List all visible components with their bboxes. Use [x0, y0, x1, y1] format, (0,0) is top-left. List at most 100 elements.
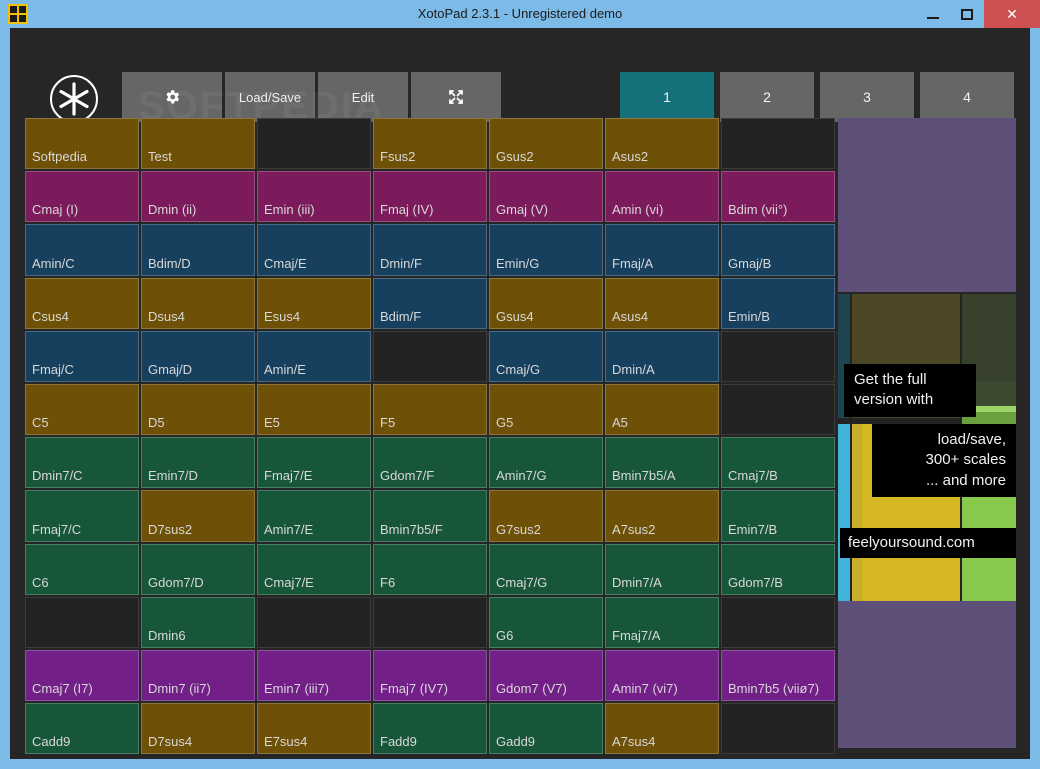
- pad-cell[interactable]: Test: [141, 118, 255, 170]
- promo-tooltip-2: load/save, 300+ scales ... and more: [872, 424, 1016, 497]
- pad-cell[interactable]: Dmin/F: [373, 224, 487, 276]
- pad-cell[interactable]: C5: [25, 383, 139, 436]
- pad-cell[interactable]: Dmin (ii): [141, 171, 255, 223]
- preset-tab-1[interactable]: 1: [620, 72, 714, 122]
- pad-cell[interactable]: Amin7/G: [489, 437, 603, 489]
- pad-cell[interactable]: Gsus4: [489, 277, 603, 329]
- pad-cell-empty[interactable]: [721, 330, 835, 382]
- pad-cell[interactable]: Asus2: [605, 118, 719, 170]
- pad-cell[interactable]: Dmin7 (ii7): [141, 649, 255, 702]
- pad-cell[interactable]: E5: [257, 383, 371, 436]
- pad-cell-empty[interactable]: [257, 596, 371, 648]
- pad-cell[interactable]: Amin7 (vi7): [605, 649, 719, 702]
- pad-cell[interactable]: Amin7/E: [257, 490, 371, 542]
- pad-cell[interactable]: Cmaj/G: [489, 330, 603, 382]
- pad-cell[interactable]: Amin (vi): [605, 171, 719, 223]
- promo-tooltip-2-line-3: ... and more: [925, 471, 1006, 489]
- pad-cell[interactable]: Bdim/D: [141, 224, 255, 276]
- pad-cell-empty[interactable]: [721, 383, 835, 436]
- pad-cell[interactable]: C6: [25, 543, 139, 595]
- edit-button[interactable]: Edit: [318, 72, 408, 122]
- pad-cell[interactable]: Bdim (vii°): [721, 171, 835, 223]
- pad-cell[interactable]: A7sus4: [605, 703, 719, 755]
- pad-cell[interactable]: Cmaj7 (I7): [25, 649, 139, 702]
- pad-cell[interactable]: Fmaj/C: [25, 330, 139, 382]
- pad-cell[interactable]: F6: [373, 543, 487, 595]
- preset-tab-2[interactable]: 2: [720, 72, 814, 122]
- pad-cell[interactable]: A7sus2: [605, 490, 719, 542]
- pad-cell[interactable]: Bmin7b5/F: [373, 490, 487, 542]
- pad-cell[interactable]: Gmaj/B: [721, 224, 835, 276]
- pad-cell[interactable]: Bdim/F: [373, 277, 487, 329]
- pad-cell[interactable]: Fmaj7/A: [605, 596, 719, 648]
- maximize-button[interactable]: [950, 0, 984, 28]
- pad-cell[interactable]: Fmaj/A: [605, 224, 719, 276]
- pad-cell[interactable]: Amin/C: [25, 224, 139, 276]
- pad-cell[interactable]: Dsus4: [141, 277, 255, 329]
- promo-website-label[interactable]: feelyoursound.com: [840, 528, 1016, 559]
- pad-cell[interactable]: Fmaj (IV): [373, 171, 487, 223]
- pad-cell[interactable]: Fsus2: [373, 118, 487, 170]
- pad-cell[interactable]: G6: [489, 596, 603, 648]
- minimize-button[interactable]: [916, 0, 950, 28]
- pad-cell[interactable]: Asus4: [605, 277, 719, 329]
- pad-cell[interactable]: Bmin7b5/A: [605, 437, 719, 489]
- pad-cell[interactable]: Csus4: [25, 277, 139, 329]
- pad-cell[interactable]: Softpedia: [25, 118, 139, 170]
- pad-cell[interactable]: Cmaj7/B: [721, 437, 835, 489]
- pad-cell[interactable]: D7sus2: [141, 490, 255, 542]
- pad-cell[interactable]: Fmaj7/C: [25, 490, 139, 542]
- pad-cell[interactable]: G5: [489, 383, 603, 436]
- pad-cell-empty[interactable]: [25, 596, 139, 648]
- pad-cell[interactable]: E7sus4: [257, 703, 371, 755]
- preset-tab-4[interactable]: 4: [920, 72, 1014, 122]
- pad-cell[interactable]: Gmaj (V): [489, 171, 603, 223]
- pad-cell[interactable]: Gdom7/F: [373, 437, 487, 489]
- pad-cell[interactable]: Emin7/D: [141, 437, 255, 489]
- settings-button[interactable]: [122, 72, 222, 122]
- pad-cell[interactable]: Dmin7/A: [605, 543, 719, 595]
- pad-cell[interactable]: Emin7 (iii7): [257, 649, 371, 702]
- pad-cell[interactable]: Cmaj7/E: [257, 543, 371, 595]
- pad-cell[interactable]: G7sus2: [489, 490, 603, 542]
- pad-cell[interactable]: Gdom7/D: [141, 543, 255, 595]
- pad-cell[interactable]: Emin7/B: [721, 490, 835, 542]
- pad-cell[interactable]: Emin/B: [721, 277, 835, 329]
- pad-cell[interactable]: Gadd9: [489, 703, 603, 755]
- pad-cell-empty[interactable]: [373, 596, 487, 648]
- pad-cell-empty[interactable]: [721, 596, 835, 648]
- pad-cell-empty[interactable]: [257, 118, 371, 170]
- pad-cell[interactable]: Cadd9: [25, 703, 139, 755]
- pad-cell[interactable]: Fadd9: [373, 703, 487, 755]
- pad-cell[interactable]: A5: [605, 383, 719, 436]
- pad-cell[interactable]: Emin (iii): [257, 171, 371, 223]
- pad-cell[interactable]: Esus4: [257, 277, 371, 329]
- pad-cell[interactable]: Gdom7 (V7): [489, 649, 603, 702]
- pad-cell[interactable]: Gdom7/B: [721, 543, 835, 595]
- load-save-button[interactable]: Load/Save: [225, 72, 315, 122]
- pad-cell[interactable]: Cmaj/E: [257, 224, 371, 276]
- pad-cell-empty[interactable]: [721, 703, 835, 755]
- preset-tab-3[interactable]: 3: [820, 72, 914, 122]
- pad-cell[interactable]: Amin/E: [257, 330, 371, 382]
- pad-cell[interactable]: F5: [373, 383, 487, 436]
- pad-cell[interactable]: Fmaj7 (IV7): [373, 649, 487, 702]
- pad-cell[interactable]: Gsus2: [489, 118, 603, 170]
- pad-cell[interactable]: Dmin/A: [605, 330, 719, 382]
- pad-cell[interactable]: D7sus4: [141, 703, 255, 755]
- pad-cell[interactable]: Cmaj7/G: [489, 543, 603, 595]
- pad-cell[interactable]: Fmaj7/E: [257, 437, 371, 489]
- pad-cell[interactable]: Gmaj/D: [141, 330, 255, 382]
- fullscreen-button[interactable]: [411, 72, 501, 122]
- pad-cell[interactable]: Dmin7/C: [25, 437, 139, 489]
- promo-bar-gold-2: [852, 424, 862, 602]
- pad-cell[interactable]: Dmin6: [141, 596, 255, 648]
- pad-cell[interactable]: Bmin7b5 (viiø7): [721, 649, 835, 702]
- pad-cell[interactable]: D5: [141, 383, 255, 436]
- pad-cell-empty[interactable]: [721, 118, 835, 170]
- pad-cell-empty[interactable]: [373, 330, 487, 382]
- pad-cell[interactable]: Emin/G: [489, 224, 603, 276]
- close-button[interactable]: ✕: [984, 0, 1040, 28]
- promo-tooltip-2-line-1: load/save,: [937, 431, 1006, 448]
- pad-cell[interactable]: Cmaj (I): [25, 171, 139, 223]
